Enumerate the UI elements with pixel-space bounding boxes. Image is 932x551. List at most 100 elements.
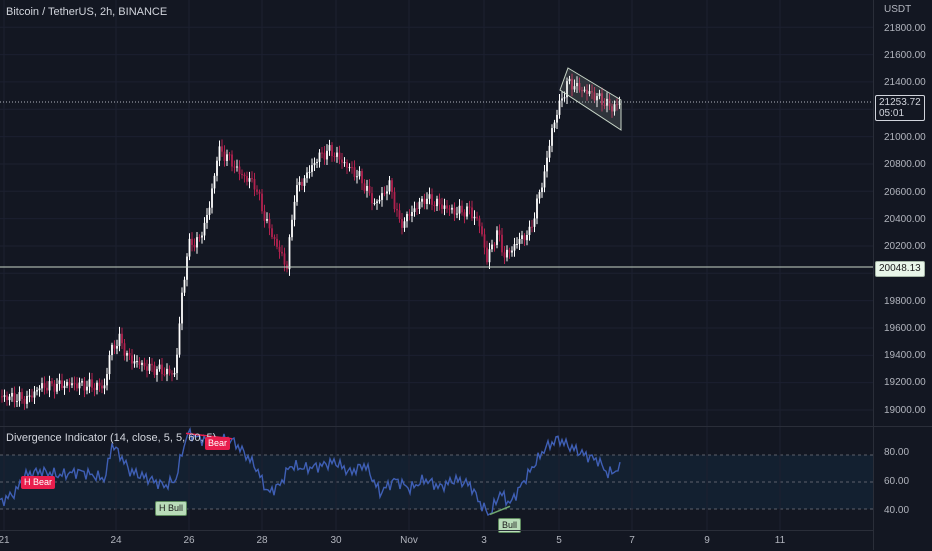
candle-body: [106, 374, 108, 386]
candle-body: [408, 213, 411, 217]
horizontal-level-price-tag: 20048.13: [875, 261, 925, 277]
candle-body: [196, 237, 198, 248]
candle-body: [446, 205, 448, 209]
candle-body: [541, 187, 543, 193]
candle-body: [161, 364, 163, 375]
candle-body: [546, 157, 548, 172]
candle-body: [236, 166, 238, 168]
candle-body: [3, 395, 6, 397]
indicator-title[interactable]: Divergence Indicator (14, close, 5, 5, 6…: [6, 432, 216, 444]
candle-body: [46, 387, 48, 391]
candle-body: [561, 98, 563, 101]
price-tick: 21800.00: [884, 23, 926, 34]
candle-body: [398, 210, 401, 220]
candle-body: [406, 213, 408, 222]
candle-body: [421, 198, 423, 202]
candle-body: [456, 213, 458, 215]
candle-body: [33, 391, 36, 398]
candle-body: [308, 171, 311, 173]
candle-body: [376, 201, 378, 203]
candle-body: [81, 381, 83, 383]
candle-body: [466, 206, 468, 217]
candle-body: [11, 392, 13, 397]
candle-body: [336, 152, 338, 157]
symbol-title[interactable]: Bitcoin / TetherUS, 2h, BINANCE: [6, 6, 167, 18]
candle-body: [91, 379, 93, 388]
candle-body: [148, 363, 151, 371]
candle-body: [118, 333, 121, 347]
candle-body: [326, 150, 328, 160]
price-axis[interactable]: USDT 21800.00 21600.00 21400.00 21000.00…: [873, 0, 932, 550]
chart-app: Bitcoin / TetherUS, 2h, BINANCE Divergen…: [0, 0, 932, 550]
candle-body: [176, 354, 178, 374]
candle-body: [208, 207, 211, 215]
candle-body: [56, 383, 58, 392]
candle-body: [533, 218, 536, 227]
bar-countdown: 05:01: [879, 108, 905, 119]
candle-body: [223, 151, 226, 161]
candle-body: [486, 247, 488, 263]
candle-body: [328, 145, 331, 151]
axis-currency-label: USDT: [884, 4, 912, 15]
candle-body: [333, 156, 336, 158]
candle-body: [338, 152, 341, 160]
candle-body: [331, 145, 333, 157]
candle-body: [528, 226, 531, 235]
time-axis[interactable]: 21 24 26 28 30 Nov 3 5 7 9 11: [0, 530, 873, 551]
candle-body: [61, 380, 63, 389]
candle-body: [548, 145, 551, 158]
candle-body: [203, 222, 206, 236]
candle-body: [108, 355, 111, 375]
candle-body: [96, 382, 98, 390]
candle-body: [163, 374, 166, 376]
candle-body: [71, 383, 73, 386]
candlestick-chart[interactable]: [0, 0, 873, 426]
candle-body: [133, 361, 136, 364]
candle-body: [288, 237, 291, 270]
candle-body: [68, 382, 71, 386]
candle-body: [221, 146, 223, 152]
candle-body: [418, 201, 421, 210]
candle-body: [103, 385, 106, 389]
candle-body: [121, 333, 123, 344]
candle-body: [391, 180, 393, 193]
candle-body: [13, 392, 16, 402]
candle-body: [258, 191, 261, 194]
time-tick: 24: [110, 535, 122, 546]
candle-body: [423, 198, 426, 204]
candle-body: [178, 323, 181, 355]
candle-body: [143, 362, 146, 367]
candle-body: [151, 363, 153, 366]
candle-body: [43, 383, 46, 388]
time-tick: 5: [556, 535, 562, 546]
candle-body: [506, 249, 508, 258]
candle-body: [503, 252, 506, 258]
candle-body: [536, 198, 538, 219]
candle-body: [526, 234, 528, 241]
candle-body: [518, 238, 521, 244]
oscillator-pane[interactable]: Divergence Indicator (14, close, 5, 5, 6…: [0, 427, 873, 533]
candle-body: [448, 208, 451, 210]
candle-body: [271, 228, 273, 238]
candle-body: [373, 202, 376, 204]
time-tick: 21: [0, 535, 10, 546]
price-tick: 20400.00: [884, 214, 926, 225]
time-tick: 9: [704, 535, 710, 546]
candle-body: [291, 219, 293, 238]
candle-body: [48, 381, 51, 391]
candle-body: [141, 362, 143, 365]
price-pane[interactable]: Bitcoin / TetherUS, 2h, BINANCE: [0, 0, 873, 426]
candle-body: [311, 165, 313, 172]
candle-body: [173, 373, 176, 375]
candle-body: [198, 237, 201, 239]
descending-channel: [559, 67, 622, 131]
candle-body: [383, 193, 386, 195]
price-tick: 21600.00: [884, 50, 926, 61]
candle-body: [183, 279, 186, 293]
candle-body: [461, 205, 463, 213]
candle-body: [381, 193, 383, 200]
candle-body: [241, 174, 243, 176]
time-tick: 11: [774, 535, 786, 546]
candle-body: [188, 238, 191, 257]
candle-body: [468, 206, 471, 208]
